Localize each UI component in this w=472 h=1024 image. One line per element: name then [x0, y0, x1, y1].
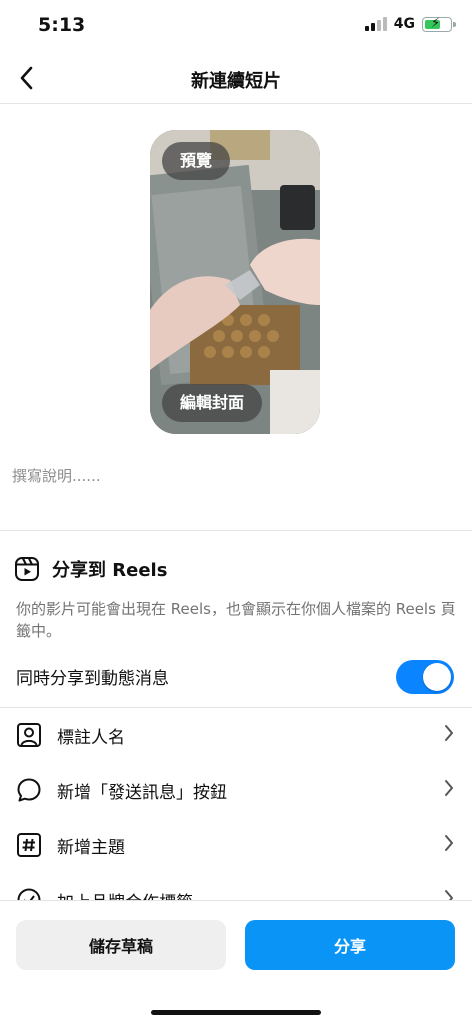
bottom-action-bar: 儲存草稿 分享 — [0, 900, 472, 1024]
nav-bar: 新連續短片 — [0, 52, 472, 104]
tag-people-row[interactable]: 標註人名 — [0, 708, 472, 760]
status-time: 5:13 — [38, 14, 86, 36]
battery-icon: ⚡ — [422, 16, 456, 32]
share-to-feed-label: 同時分享到動態消息 — [16, 669, 169, 689]
chevron-right-icon — [445, 725, 453, 741]
edit-cover-button[interactable]: 編輯封面 — [162, 384, 263, 422]
add-message-button-label: 新增「發送訊息」按鈕 — [57, 783, 227, 803]
chevron-right-icon — [445, 835, 453, 851]
status-bar: 5:13 4G ⚡ — [0, 0, 472, 52]
video-preview[interactable]: 預覽 編輯封面 — [150, 130, 320, 434]
share-reels-header: 分享到 Reels — [14, 556, 167, 582]
network-type: 4G — [393, 16, 415, 32]
signal-icon — [364, 17, 387, 31]
tag-people-icon — [17, 723, 41, 747]
share-button[interactable]: 分享 — [245, 920, 455, 970]
message-bubble-icon — [17, 778, 41, 802]
divider — [0, 530, 472, 531]
caption-input[interactable]: 撰寫說明...... — [12, 465, 101, 486]
add-topic-row[interactable]: 新增主題 — [0, 818, 472, 870]
add-message-button-row[interactable]: 新增「發送訊息」按鈕 — [0, 763, 472, 815]
save-draft-button[interactable]: 儲存草稿 — [16, 920, 226, 970]
tag-people-label: 標註人名 — [57, 728, 125, 748]
share-to-feed-toggle[interactable] — [396, 660, 454, 694]
status-indicators: 4G ⚡ — [364, 16, 456, 32]
share-to-feed-row: 同時分享到動態消息 — [16, 660, 456, 694]
add-topic-label: 新增主題 — [57, 838, 125, 858]
hashtag-icon — [17, 833, 41, 857]
preview-button[interactable]: 預覽 — [162, 142, 231, 180]
share-reels-description: 你的影片可能會出現在 Reels，也會顯示在你個人檔案的 Reels 頁籤中。 — [16, 600, 456, 640]
home-indicator — [151, 1010, 321, 1015]
share-reels-title: 分享到 Reels — [52, 560, 168, 581]
chevron-right-icon — [445, 780, 453, 796]
reels-icon — [15, 557, 39, 581]
page-title: 新連續短片 — [191, 71, 281, 92]
